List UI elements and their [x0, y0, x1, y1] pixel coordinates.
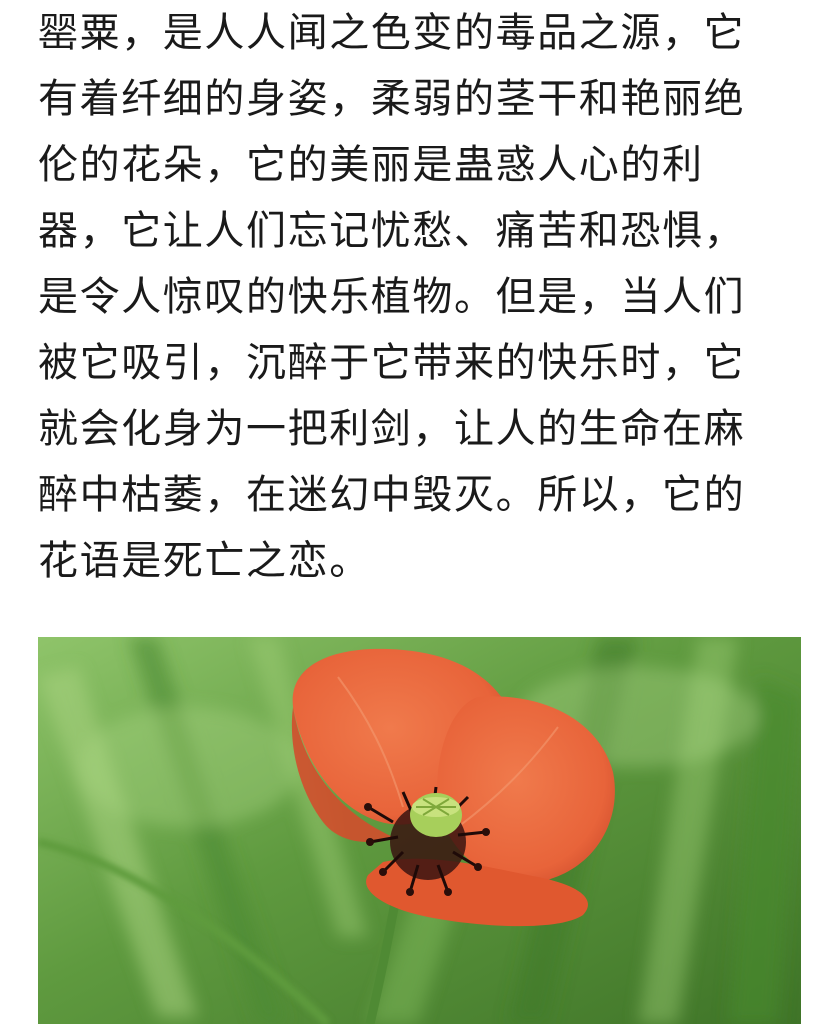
flower-pistil — [410, 793, 462, 837]
paragraph-line-9: 花语是死亡之恋。 — [38, 538, 371, 584]
paragraph-line-6: 被它吸引，沉醉于它带来的快乐时，它 — [38, 340, 746, 386]
paragraph-line-5: 是令人惊叹的快乐植物。但是，当人们 — [38, 274, 746, 320]
paragraph-line-8: 醉中枯萎，在迷幻中毁灭。所以，它的 — [38, 472, 746, 518]
poppy-photo[interactable] — [38, 637, 801, 1024]
article-content: 罂粟，是人人闻之色变的毒品之源，它 有着纤细的身姿，柔弱的茎干和艳丽绝 伦的花朵… — [0, 0, 838, 1024]
paragraph-line-7: 就会化身为一把利剑，让人的生命在麻 — [38, 406, 746, 452]
paragraph-line-4: 器，它让人们忘记忧愁、痛苦和恐惧， — [38, 208, 746, 254]
paragraph-line-3: 伦的花朵，它的美丽是蛊惑人心的利 — [38, 142, 704, 188]
poppy-illustration — [38, 637, 801, 1024]
article-paragraph: 罂粟，是人人闻之色变的毒品之源，它 有着纤细的身姿，柔弱的茎干和艳丽绝 伦的花朵… — [38, 0, 808, 594]
paragraph-line-2: 有着纤细的身姿，柔弱的茎干和艳丽绝 — [38, 76, 746, 122]
paragraph-line-1: 罂粟，是人人闻之色变的毒品之源，它 — [38, 10, 746, 56]
